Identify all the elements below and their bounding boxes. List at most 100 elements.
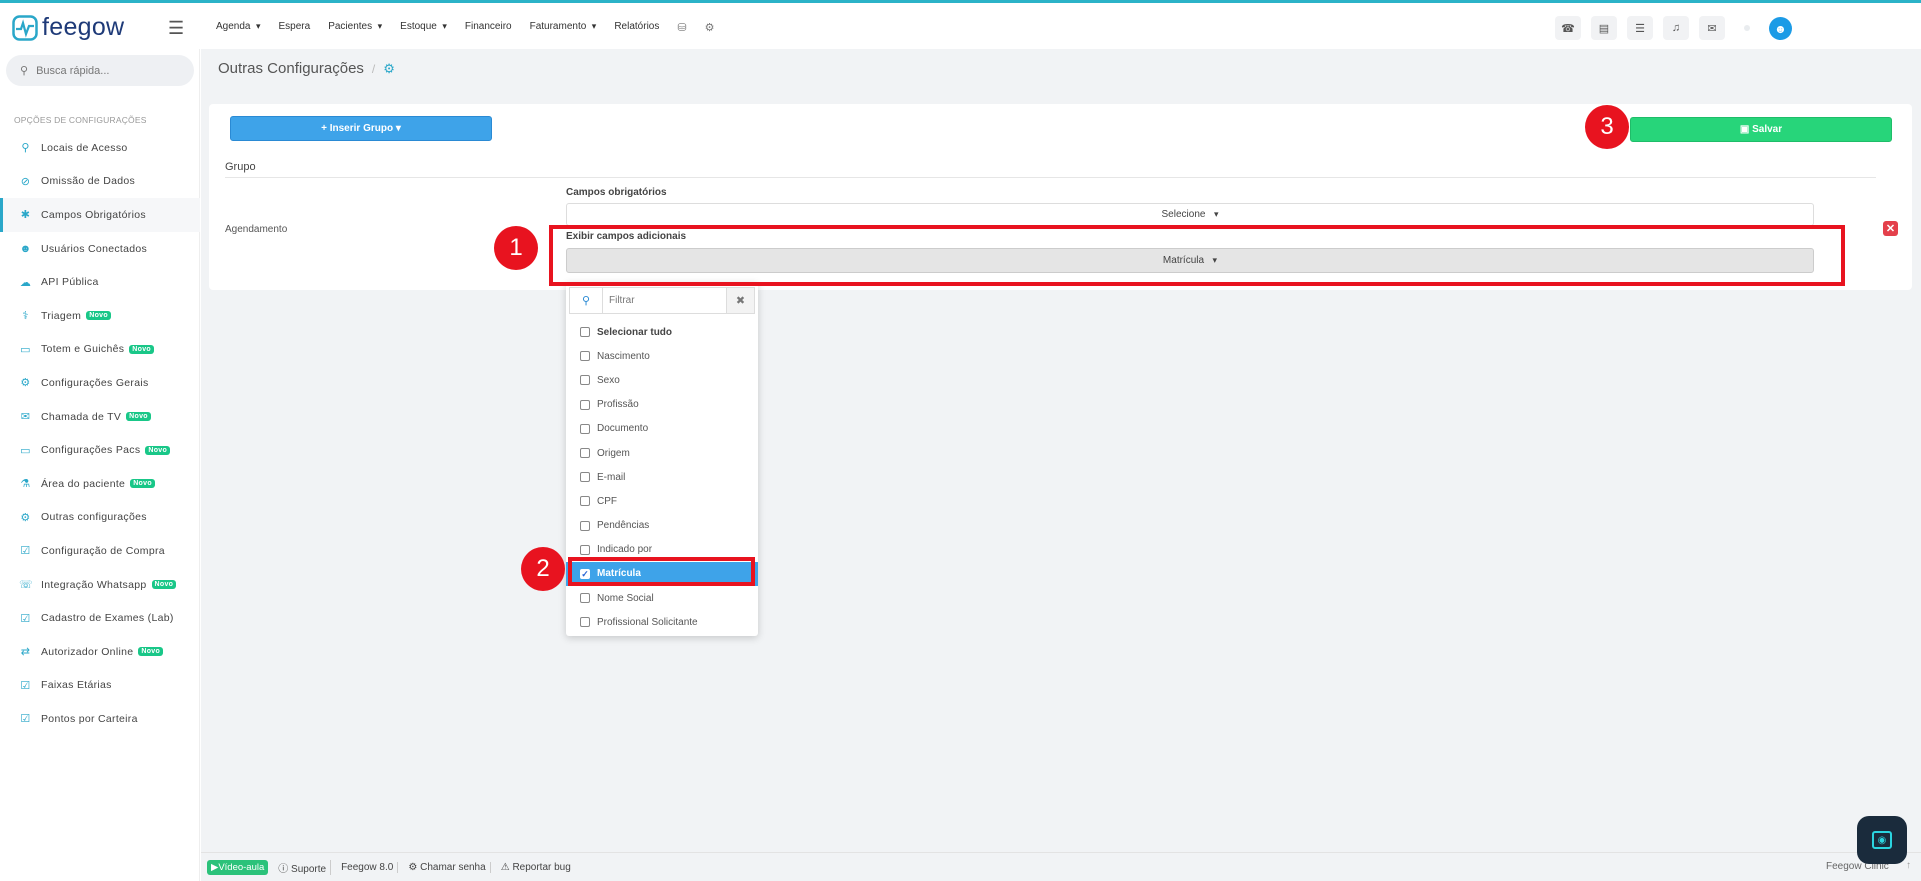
sidebar-item-outras-configura-es[interactable]: ⚙ Outras configurações [0,501,200,535]
option-cpf[interactable]: CPF [566,489,758,513]
brand-name: feegow [42,13,125,41]
sidebar-item-faixas-et-rias[interactable]: ☑ Faixas Etárias [0,669,200,703]
required-fields-label: Campos obrigatórios [566,187,667,198]
sidebar-item--rea-do-paciente[interactable]: ⚗ Área do paciente Novo [0,467,200,501]
settings-icon[interactable]: ⚙ [705,21,715,34]
checkbox[interactable] [580,520,590,531]
sidebar-item-campos-obrigat-rios[interactable]: ✱ Campos Obrigatórios [0,198,200,232]
nav-espera[interactable]: Espera [279,21,311,34]
user-avatar-icon[interactable]: ☻ [1769,17,1792,40]
sidebar-item-cadastro-de-exames-lab-[interactable]: ☑ Cadastro de Exames (Lab) [0,601,200,635]
phone-icon[interactable]: ☎ [1555,16,1581,40]
feegow-logo-icon [12,14,38,41]
checkbox[interactable] [580,593,590,604]
sidebar-item-label: Totem e Guichês [41,343,125,356]
call-ticket-label: Chamar senha [420,861,486,873]
sidebar-item-configura-es-gerais[interactable]: ⚙ Configurações Gerais [0,366,200,400]
option-label: Profissional Solicitante [597,616,698,628]
inbox-icon[interactable]: ▤ [1591,16,1617,40]
sidebar-item-label: Faixas Etárias [41,679,112,692]
insert-group-label: Inserir Grupo [329,123,394,134]
sidebar-item-label: Chamada de TV [41,410,122,423]
sidebar-item-label: API Pública [41,276,99,289]
checkbox[interactable] [580,617,590,628]
brand-logo[interactable]: feegow [12,13,124,42]
option-selecionar-tudo[interactable]: Selecionar tudo [566,320,758,344]
checkbox[interactable] [580,351,590,362]
required-fields-select[interactable]: Selecione [566,203,1814,226]
sidebar-item-configura-es-pacs[interactable]: ▭ Configurações Pacs Novo [0,433,200,467]
nav-relatorios[interactable]: Relatórios [614,21,659,34]
highlight-box-additional-fields [549,225,1845,286]
call-ticket-link[interactable]: ⚙ Chamar senha [404,861,491,873]
nav-agenda[interactable]: Agenda [216,21,261,34]
group-header: Grupo [225,161,256,173]
option-nome-social[interactable]: Nome Social [566,586,758,610]
footer-bar: ▶Vídeo-aula ⓘ Suporte Feegow 8.0 ⚙ Chama… [201,852,1921,881]
sidebar-item-label: Cadastro de Exames (Lab) [41,612,174,625]
sidebar-item-api-p-blica[interactable]: ☁ API Pública [0,265,200,299]
search-icon: ⚲ [569,287,603,314]
option-profissao[interactable]: Profissão [566,393,758,417]
checkbox[interactable] [580,375,590,386]
delete-group-button[interactable]: ✕ [1883,221,1898,236]
option-label: Pendências [597,520,650,532]
scroll-top-icon[interactable]: ↑ [1906,860,1911,871]
filter-placeholder: Filtrar [609,295,635,306]
option-label: Nascimento [597,350,650,362]
checkbox[interactable] [580,544,590,555]
quick-search-input[interactable]: ⚲ Busca rápida... [6,55,194,86]
checkbox[interactable] [580,327,590,338]
bell-icon[interactable]: ♫ [1663,16,1689,40]
checkbox[interactable] [580,472,590,483]
database-icon[interactable]: ⛁ [677,21,686,34]
sidebar-item-configura-o-de-compra[interactable]: ☑ Configuração de Compra [0,534,200,568]
checkbox[interactable] [580,399,590,410]
option-sexo[interactable]: Sexo [566,368,758,392]
nav-financeiro[interactable]: Financeiro [465,21,512,34]
sidebar-item-totem-e-guich-s[interactable]: ▭ Totem e Guichês Novo [0,333,200,367]
checkbox[interactable] [580,496,590,507]
floating-action-button[interactable]: ◉ [1857,816,1907,864]
breadcrumb: Outras Configurações / ⚙ [218,60,395,77]
clear-filter-button[interactable]: ✖ [727,287,755,314]
video-lesson-button[interactable]: ▶Vídeo-aula [207,859,269,875]
dropdown-options: Selecionar tudo Nascimento Sexo Profissão Do… [566,320,758,634]
new-badge: Novo [126,412,151,422]
top-actions: ☎ ▤ ☰ ♫ ✉ [1555,16,1725,40]
sidebar-item-integra-o-whatsapp[interactable]: ☏ Integração Whatsapp Novo [0,568,200,602]
report-bug-label: Reportar bug [512,861,571,873]
sidebar-item-label: Configurações Pacs [41,444,141,457]
tasks-icon[interactable]: ☰ [1627,16,1653,40]
flask-icon: ⚗ [20,478,31,491]
sidebar-item-omiss-o-de-dados[interactable]: ⊘ Omissão de Dados [0,165,200,199]
option-documento[interactable]: Documento [566,417,758,441]
option-pendencias[interactable]: Pendências [566,514,758,538]
nav-faturamento[interactable]: Faturamento [530,21,597,34]
sidebar-item-autorizador-online[interactable]: ⇄ Autorizador Online Novo [0,635,200,669]
sidebar-item-chamada-de-tv[interactable]: ✉ Chamada de TV Novo [0,400,200,434]
option-e-mail[interactable]: E-mail [566,465,758,489]
sidebar-item-label: Configuração de Compra [41,544,165,557]
option-origem[interactable]: Origem [566,441,758,465]
checkbox[interactable] [580,448,590,459]
menu-toggle-icon[interactable]: ☰ [168,18,184,39]
sidebar-item-triagem[interactable]: ⚕ Triagem Novo [0,299,200,333]
option-label: Indicado por [597,544,653,556]
nav-estoque[interactable]: Estoque [400,21,447,34]
sidebar-item-pontos-por-carteira[interactable]: ☑ Pontos por Carteira [0,702,200,736]
page-title: Outras Configurações [218,60,364,77]
report-bug-link[interactable]: ⚠ Reportar bug [497,862,575,873]
save-button[interactable]: ▣ Salvar [1630,117,1892,142]
cart-icon: ☑ [20,612,31,625]
support-link[interactable]: ⓘ Suporte [274,859,332,875]
sidebar-item-usu-rios-conectados[interactable]: ☻ Usuários Conectados [0,232,200,266]
nav-pacientes[interactable]: Pacientes [328,21,382,34]
insert-group-button[interactable]: + Inserir Grupo ▾ [230,116,492,141]
option-profissional-solicitante[interactable]: Profissional Solicitante [566,610,758,634]
chat-icon[interactable]: ✉ [1699,16,1725,40]
sidebar-item-locais-de-acesso[interactable]: ⚲ Locais de Acesso [0,131,200,165]
filter-input[interactable]: Filtrar [603,287,727,314]
checkbox[interactable] [580,423,590,434]
option-nascimento[interactable]: Nascimento [566,344,758,368]
